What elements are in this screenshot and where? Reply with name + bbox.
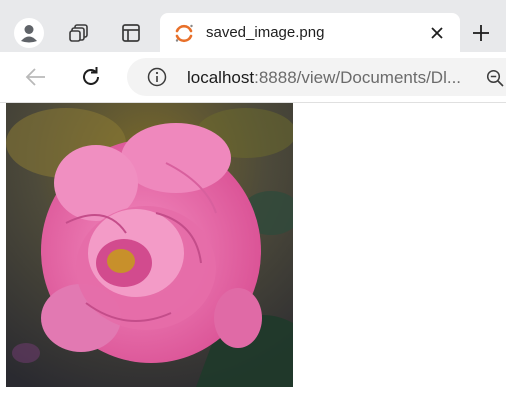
address-bar[interactable]: localhost:8888/view/Documents/Dl...	[127, 58, 506, 96]
plus-icon	[473, 25, 489, 41]
close-icon	[431, 27, 443, 39]
rose-photo	[6, 103, 293, 387]
refresh-icon	[83, 67, 99, 85]
favicon-icon	[175, 24, 193, 43]
url-path: :8888/view/Documents/Dl...	[254, 68, 462, 87]
page-viewport	[0, 103, 506, 416]
tab-actions-icon	[69, 24, 88, 42]
zoom-icon	[486, 69, 504, 87]
tab-strip: saved_image.png	[0, 0, 506, 53]
profile-button[interactable]	[12, 16, 46, 50]
tab-actions-button[interactable]	[64, 18, 94, 48]
refresh-button[interactable]	[75, 61, 107, 93]
info-icon	[147, 67, 167, 87]
zoom-button[interactable]	[483, 66, 506, 90]
profile-avatar-icon	[14, 18, 44, 48]
navigation-bar: localhost:8888/view/Documents/Dl...	[0, 52, 506, 103]
url-text[interactable]: localhost:8888/view/Documents/Dl...	[187, 68, 461, 88]
close-tab-button[interactable]	[425, 21, 449, 45]
vertical-tabs-icon	[122, 24, 140, 42]
url-host: localhost	[187, 68, 255, 87]
arrow-left-icon	[25, 68, 45, 86]
active-tab[interactable]: saved_image.png	[160, 13, 460, 53]
new-tab-button[interactable]	[466, 18, 496, 48]
back-button[interactable]	[20, 62, 52, 92]
vertical-tabs-button[interactable]	[116, 18, 146, 48]
site-info-button[interactable]	[145, 65, 169, 89]
tab-title: saved_image.png	[206, 24, 325, 41]
